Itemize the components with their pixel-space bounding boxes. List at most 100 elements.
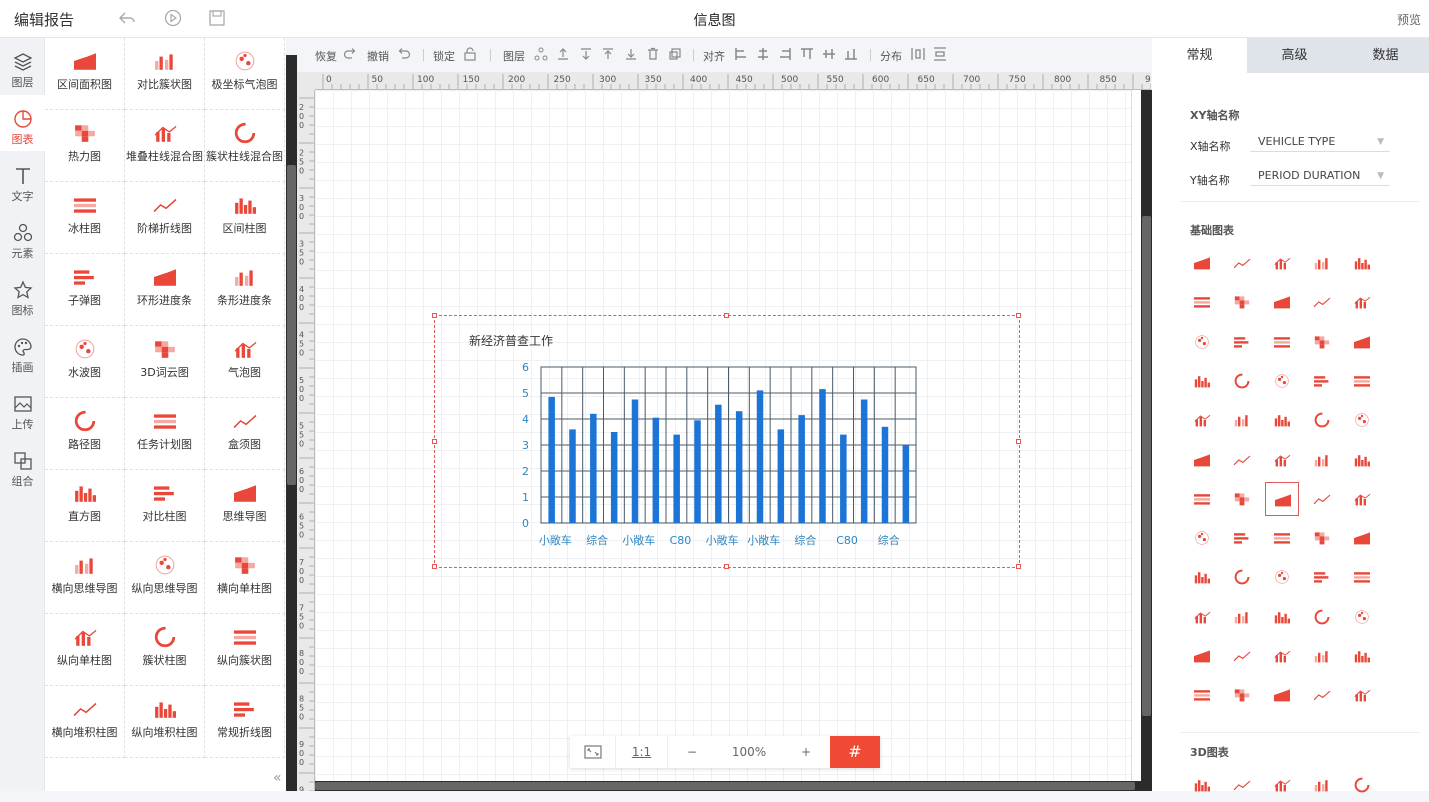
- chart-type-option[interactable]: [1185, 678, 1219, 712]
- chart-type-option[interactable]: [1265, 246, 1299, 280]
- nav-item-star[interactable]: 图标: [0, 266, 45, 322]
- chart-type-option[interactable]: [1265, 364, 1299, 398]
- gallery-item[interactable]: 纵向簇状图: [205, 614, 285, 686]
- y-axis-name-select[interactable]: PERIOD DURATION ▼: [1250, 166, 1390, 186]
- nav-item-text[interactable]: 文字: [0, 152, 45, 208]
- gallery-item[interactable]: 簇状柱线混合图: [205, 110, 285, 182]
- nav-item-shapes[interactable]: 元素: [0, 209, 45, 265]
- chart-type-option[interactable]: [1225, 325, 1259, 359]
- zoom-in-button[interactable]: +: [782, 736, 830, 768]
- align-bottom-icon[interactable]: [844, 47, 858, 61]
- collapse-icon[interactable]: «: [273, 770, 282, 786]
- tab-advanced[interactable]: 高级: [1247, 38, 1342, 73]
- gallery-item[interactable]: 任务计划图: [125, 398, 205, 470]
- gallery-item[interactable]: 堆叠柱线混合图: [125, 110, 205, 182]
- chart-type-option[interactable]: [1345, 678, 1379, 712]
- align-center-icon[interactable]: [756, 47, 770, 61]
- nav-item-palette[interactable]: 插画: [0, 323, 45, 379]
- chart-type-option[interactable]: [1305, 521, 1339, 555]
- chart-type-option[interactable]: [1185, 443, 1219, 477]
- chart-type-option[interactable]: [1225, 521, 1259, 555]
- chart-type-option[interactable]: [1265, 521, 1299, 555]
- chart-type-option[interactable]: [1305, 325, 1339, 359]
- gallery-item[interactable]: 横向单柱图: [205, 542, 285, 614]
- restore-button[interactable]: 恢复: [315, 48, 337, 64]
- gallery-item[interactable]: 极坐标气泡图: [205, 38, 285, 110]
- chart-type-option[interactable]: [1265, 481, 1299, 516]
- undo-icon[interactable]: [397, 47, 411, 61]
- distribute-vertical-icon[interactable]: [933, 47, 947, 61]
- save-icon[interactable]: [208, 9, 226, 27]
- gallery-item[interactable]: 环形进度条: [125, 254, 205, 326]
- redo-icon[interactable]: [343, 47, 357, 61]
- gallery-scrollbar[interactable]: [286, 55, 297, 791]
- gallery-item[interactable]: 子弹图: [45, 254, 125, 326]
- chart-type-option[interactable]: [1305, 482, 1339, 516]
- chart-type-option[interactable]: [1305, 246, 1339, 280]
- chart-type-option[interactable]: [1305, 443, 1339, 477]
- zoom-out-button[interactable]: −: [668, 736, 716, 768]
- chart-type-option[interactable]: [1305, 560, 1339, 594]
- chart-type-option[interactable]: [1185, 560, 1219, 594]
- copy-icon[interactable]: [668, 47, 682, 61]
- chart-type-option[interactable]: [1225, 285, 1259, 319]
- send-to-bottom-icon[interactable]: [624, 47, 638, 61]
- gallery-item[interactable]: 阶梯折线图: [125, 182, 205, 254]
- chart-type-option[interactable]: [1345, 403, 1379, 437]
- chart-type-option[interactable]: [1185, 364, 1219, 398]
- gallery-item[interactable]: 盒须图: [205, 398, 285, 470]
- nav-item-group[interactable]: 组合: [0, 437, 45, 493]
- gallery-item[interactable]: 3D词云图: [125, 326, 205, 398]
- chart-type-option[interactable]: [1345, 482, 1379, 516]
- back-icon[interactable]: [118, 9, 136, 27]
- chart-type-option[interactable]: [1345, 325, 1379, 359]
- gallery-item[interactable]: 纵向单柱图: [45, 614, 125, 686]
- gallery-item[interactable]: 区间柱图: [205, 182, 285, 254]
- chart-type-option[interactable]: [1305, 403, 1339, 437]
- distribute-horizontal-icon[interactable]: [911, 47, 925, 61]
- delete-icon[interactable]: [646, 47, 660, 61]
- chart-type-option[interactable]: [1185, 600, 1219, 634]
- nav-item-image-upload[interactable]: 上传: [0, 380, 45, 436]
- chart-type-option[interactable]: [1185, 403, 1219, 437]
- gallery-item[interactable]: 横向堆积柱图: [45, 686, 125, 758]
- align-right-icon[interactable]: [778, 47, 792, 61]
- chart-type-option[interactable]: [1225, 678, 1259, 712]
- chart-type-option[interactable]: [1305, 285, 1339, 319]
- chart-type-option[interactable]: [1265, 639, 1299, 673]
- chart-type-option[interactable]: [1345, 364, 1379, 398]
- chart-type-option[interactable]: [1185, 482, 1219, 516]
- chart-type-option[interactable]: [1345, 639, 1379, 673]
- chart-type-option[interactable]: [1305, 678, 1339, 712]
- align-middle-icon[interactable]: [822, 47, 836, 61]
- gallery-item[interactable]: 纵向思维导图: [125, 542, 205, 614]
- chart-type-option[interactable]: [1265, 560, 1299, 594]
- gallery-item[interactable]: 条形进度条: [205, 254, 285, 326]
- distribute-button[interactable]: 分布: [880, 48, 902, 64]
- chart-type-option[interactable]: [1225, 600, 1259, 634]
- chart-type-option[interactable]: [1345, 285, 1379, 319]
- chart-type-option[interactable]: [1305, 600, 1339, 634]
- chart-type-option[interactable]: [1185, 521, 1219, 555]
- chart-3d-option[interactable]: [1185, 768, 1219, 802]
- canvas-horizontal-scrollbar[interactable]: [315, 781, 1141, 791]
- gallery-item[interactable]: 水波图: [45, 326, 125, 398]
- bring-to-top-icon[interactable]: [601, 47, 615, 61]
- chart-type-option[interactable]: [1265, 678, 1299, 712]
- gallery-item[interactable]: 直方图: [45, 470, 125, 542]
- chart-type-option[interactable]: [1345, 600, 1379, 634]
- chart-type-option[interactable]: [1345, 246, 1379, 280]
- chart-type-option[interactable]: [1185, 246, 1219, 280]
- chart-type-option[interactable]: [1225, 443, 1259, 477]
- grid-toggle-button[interactable]: #: [830, 736, 880, 768]
- chart-widget[interactable]: 新经济普查工作 0 1 2 3 4 5 6 小敞车 综合 小敞车 C80 小敞车 小敞车 综合 C80 综合: [432, 313, 1021, 569]
- send-backward-icon[interactable]: [579, 47, 593, 61]
- gallery-item[interactable]: 思维导图: [205, 470, 285, 542]
- undo-button[interactable]: 撤销: [367, 48, 389, 64]
- chart-type-option[interactable]: [1345, 521, 1379, 555]
- chart-type-option[interactable]: [1265, 325, 1299, 359]
- chart-type-option[interactable]: [1225, 639, 1259, 673]
- chart-type-option[interactable]: [1305, 364, 1339, 398]
- gallery-item[interactable]: 常规折线图: [205, 686, 285, 758]
- chart-type-option[interactable]: [1185, 639, 1219, 673]
